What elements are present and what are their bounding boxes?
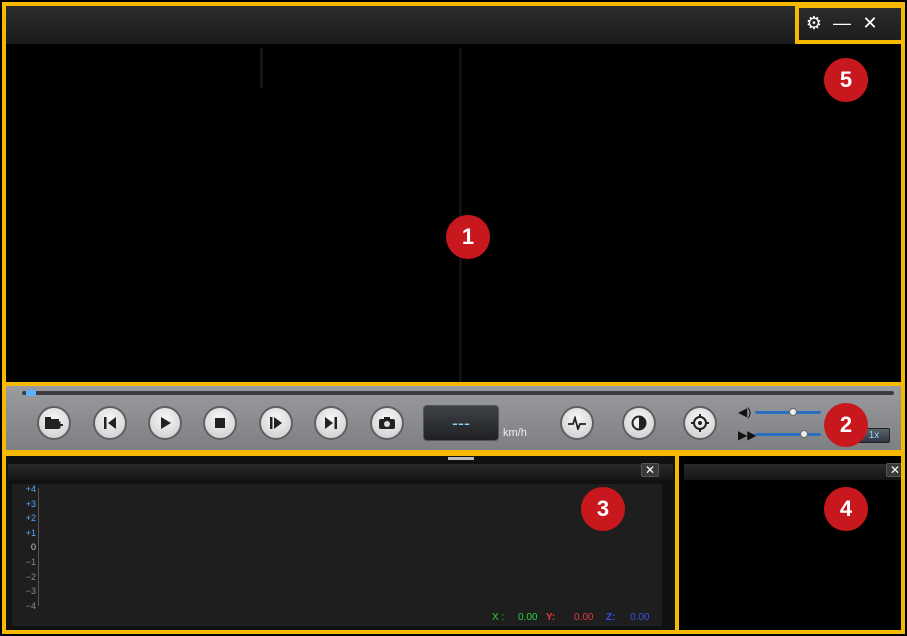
close-icon: ✕ xyxy=(644,463,656,477)
y-tick-label: −4 xyxy=(25,600,36,611)
speed-unit-label: km/h xyxy=(503,427,527,439)
settings-button[interactable]: ⚙ xyxy=(800,10,828,36)
fast-forward-icon: ▶▶ xyxy=(738,428,757,442)
crosshair-icon xyxy=(691,414,709,432)
skip-next-button[interactable] xyxy=(314,406,348,440)
y-tick-label: −1 xyxy=(25,557,36,567)
seek-thumb[interactable] xyxy=(26,390,36,396)
volume-slider[interactable] xyxy=(755,411,821,414)
callout-3: 3 xyxy=(581,487,625,531)
map-locate-button[interactable] xyxy=(683,406,717,440)
playback-rate-slider[interactable] xyxy=(755,433,821,436)
callout-2: 2 xyxy=(824,403,868,447)
map-close-button[interactable]: ✕ xyxy=(886,463,904,477)
y-tick-label: +2 xyxy=(25,513,36,524)
skip-previous-button[interactable] xyxy=(93,406,127,440)
stop-button[interactable] xyxy=(203,406,237,440)
gsensor-panel-header xyxy=(8,464,673,480)
close-icon: ✕ xyxy=(862,12,878,33)
camera-icon xyxy=(379,417,395,429)
volume-slider-thumb[interactable] xyxy=(789,408,797,416)
close-button[interactable]: ✕ xyxy=(856,10,884,36)
skip-previous-icon xyxy=(104,417,116,429)
y-tick-label: +3 xyxy=(25,498,36,509)
y-tick-label: 0 xyxy=(30,542,36,553)
callout-1: 1 xyxy=(446,215,490,259)
gsensor-graph xyxy=(12,484,662,626)
minimize-icon: — xyxy=(833,12,851,33)
folder-add-icon xyxy=(45,417,63,429)
video-artifact xyxy=(260,48,263,88)
y-value: 0.00 xyxy=(574,612,594,623)
snapshot-button[interactable] xyxy=(370,406,404,440)
close-icon: ✕ xyxy=(889,463,901,477)
y-tick-label: −3 xyxy=(25,586,36,597)
panel-splitter[interactable] xyxy=(448,457,474,460)
contrast-button[interactable] xyxy=(622,406,656,440)
z-value: 0.00 xyxy=(630,612,650,623)
y-label: Y: xyxy=(546,612,556,623)
contrast-icon xyxy=(631,415,647,431)
video-display[interactable] xyxy=(14,48,900,382)
stop-icon xyxy=(215,418,225,428)
step-forward-icon xyxy=(270,417,282,429)
speed-display: --- xyxy=(423,405,499,441)
play-button[interactable] xyxy=(148,406,182,440)
x-value: 0.00 xyxy=(518,612,538,623)
volume-icon: ◀) xyxy=(738,405,752,419)
callout-4: 4 xyxy=(824,487,868,531)
play-icon xyxy=(161,417,171,429)
gsensor-close-button[interactable]: ✕ xyxy=(641,463,659,477)
open-folder-button[interactable] xyxy=(37,406,71,440)
waveform-button[interactable] xyxy=(560,406,594,440)
map-panel-header xyxy=(684,464,903,480)
title-bar xyxy=(4,4,903,44)
waveform-icon xyxy=(568,416,586,430)
y-tick-label: −2 xyxy=(25,571,36,582)
gear-icon: ⚙ xyxy=(805,12,823,33)
z-label: Z: xyxy=(606,612,616,623)
y-tick-label: +1 xyxy=(25,527,36,538)
callout-5: 5 xyxy=(824,58,868,102)
step-forward-button[interactable] xyxy=(259,406,293,440)
window-controls: ⚙ — ✕ xyxy=(800,8,884,38)
y-tick-label: +4 xyxy=(25,484,36,494)
skip-next-icon xyxy=(325,417,337,429)
minimize-button[interactable]: — xyxy=(828,10,856,36)
seek-bar[interactable] xyxy=(22,391,894,395)
graph-y-axis xyxy=(38,488,39,606)
playback-rate-thumb[interactable] xyxy=(800,430,808,438)
x-label: X : xyxy=(492,612,505,623)
